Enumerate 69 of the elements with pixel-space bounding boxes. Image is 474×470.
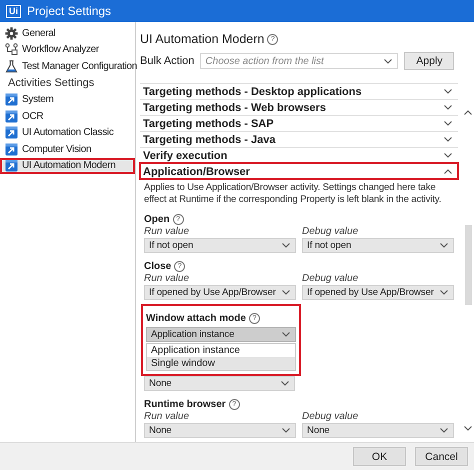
dropdown[interactable]: If opened by Use App/Browser (144, 285, 296, 300)
chevron-down-icon (282, 243, 290, 248)
dropdown[interactable]: None (144, 423, 296, 438)
chevron-down-icon (444, 105, 452, 110)
group-label: Activities Settings (8, 77, 94, 89)
scroll-up-icon (464, 110, 472, 115)
scroll-down-icon (464, 426, 472, 431)
activity-icon (5, 126, 18, 140)
dialog-button[interactable]: Cancel (415, 447, 468, 466)
section-header[interactable]: Application/Browser (140, 163, 458, 179)
chevron-down-icon (282, 428, 290, 433)
sidebar-item[interactable]: UI Automation Modern (0, 158, 135, 174)
activity-icon (5, 110, 18, 123)
chevron-down-icon (444, 121, 452, 126)
value-label: Debug value (302, 273, 360, 285)
section-header[interactable]: Targeting methods - Java (140, 131, 458, 147)
value-label: Debug value (302, 411, 360, 423)
chevron-down-icon (444, 89, 452, 94)
dialog-button[interactable]: OK (353, 447, 406, 466)
dropdown[interactable]: If opened by Use App/Browser (302, 285, 454, 300)
field-label: Bulk Action (140, 55, 194, 67)
activity-icon (5, 159, 18, 172)
dropdown[interactable]: None (144, 376, 295, 391)
activity-icon (5, 93, 18, 106)
dropdown-option[interactable]: Single window (147, 357, 295, 370)
setting-label: Runtime browser (144, 398, 226, 410)
sidebar-item[interactable]: Test Manager Configuration (0, 58, 135, 74)
sidebar-item[interactable]: System (0, 92, 135, 108)
dropdown[interactable]: If not open (144, 238, 296, 253)
chevron-down-icon (444, 137, 452, 142)
dropdown-option[interactable]: Application instance (147, 344, 295, 357)
value-label: Run value (144, 411, 190, 423)
setting-label: Close (144, 260, 172, 272)
setting-label: Window attach mode (146, 312, 246, 324)
setting-label: Open (144, 214, 170, 224)
gear-icon (5, 26, 18, 40)
chevron-down-icon (384, 58, 392, 64)
value-label: Run value (144, 273, 190, 285)
chevron-down-icon (282, 332, 290, 337)
chevron-down-icon (440, 243, 448, 248)
value-label: Debug value (302, 226, 360, 238)
sidebar-item[interactable]: General (0, 25, 135, 42)
chevron-down-icon (440, 428, 448, 433)
chevron-down-icon (440, 290, 448, 295)
value-label: Run value (144, 226, 190, 238)
section-header[interactable]: Targeting methods - Web browsers (140, 99, 458, 115)
sidebar-item[interactable]: UI Automation Classic (0, 124, 135, 141)
workflow-icon (5, 43, 18, 56)
section-description: Applies to Use Application/Browser activity. Settings changed here take effect at Runtime if the corresponding Property is left blank in the activity. (143, 181, 442, 206)
chevron-down-icon (281, 381, 289, 386)
window-title: Project Settings (27, 4, 112, 18)
chevron-down-icon (444, 153, 452, 158)
sidebar-item[interactable]: OCR (0, 108, 135, 124)
dropdown[interactable]: None (302, 423, 454, 438)
chevron-down-icon (282, 290, 290, 295)
sidebar-item[interactable]: Workflow Analyzer (0, 42, 135, 58)
app-logo: Ui (6, 4, 21, 18)
activity-icon (5, 142, 18, 156)
section-header[interactable]: Targeting methods - Desktop applications (140, 83, 458, 99)
sidebar-item[interactable]: Computer Vision (0, 141, 135, 158)
bulk-action-dropdown[interactable]: Choose action from the list (200, 53, 398, 69)
section-header[interactable]: Targeting methods - SAP (140, 115, 458, 131)
chevron-up-icon (444, 169, 452, 174)
page-title: UI Automation Modern (140, 32, 264, 46)
flask-icon (5, 60, 18, 73)
dropdown[interactable]: Application instance (146, 327, 296, 342)
dropdown[interactable]: If not open (302, 238, 454, 253)
apply-button[interactable]: Apply (404, 52, 454, 70)
scrollbar-thumb[interactable] (464, 225, 472, 305)
